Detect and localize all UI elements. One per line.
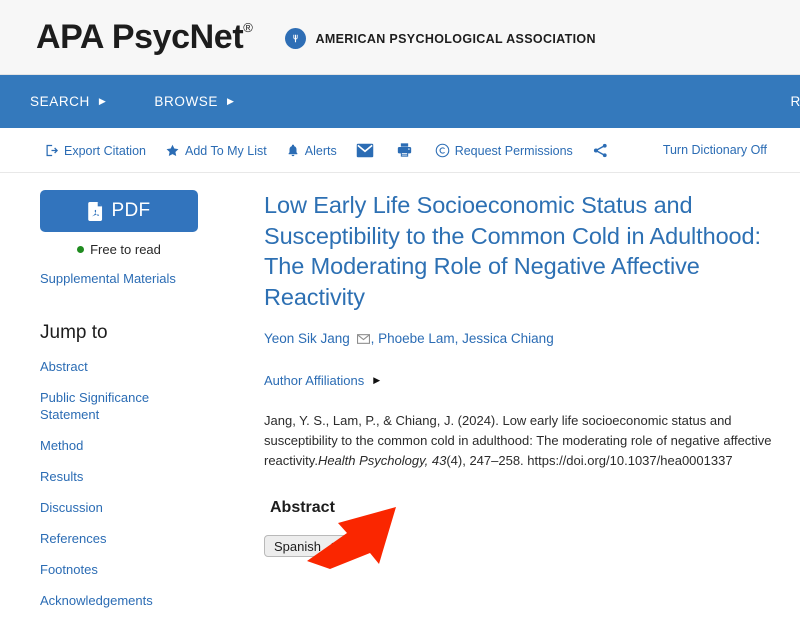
- citation-text-part2: (4), 247–258. https://doi.org/10.1037/he…: [446, 453, 733, 468]
- page-content: PDF Free to read Supplemental Materials …: [0, 173, 800, 623]
- share-button[interactable]: [592, 142, 614, 159]
- article-action-toolbar: Export Citation Add To My List Alerts Re…: [0, 128, 800, 173]
- chevron-down-icon: [331, 541, 340, 551]
- jump-link-references[interactable]: References: [40, 530, 190, 547]
- pdf-file-icon: [87, 201, 104, 221]
- abstract-language-select[interactable]: Spanish: [264, 535, 349, 557]
- star-icon: [165, 143, 180, 158]
- share-icon: [592, 142, 609, 159]
- jump-link-abstract[interactable]: Abstract: [40, 358, 190, 375]
- turn-dictionary-off-button[interactable]: Turn Dictionary Off: [663, 143, 767, 157]
- nav-item-search[interactable]: SEARCH ▶: [30, 94, 106, 109]
- export-citation-icon: [44, 143, 59, 158]
- logo-text: APA PsycNet: [36, 18, 244, 56]
- brand-header: APA PsycNet® AMERICAN PSYCHOLOGICAL ASSO…: [0, 0, 800, 75]
- status-dot-icon: [77, 246, 85, 253]
- export-citation-button[interactable]: Export Citation: [44, 143, 146, 158]
- nav-item-search-label: SEARCH: [30, 94, 90, 109]
- request-permissions-button[interactable]: Request Permissions: [435, 143, 573, 158]
- author-name-first[interactable]: Yeon Sik Jang: [264, 331, 350, 346]
- article-main-column: Low Early Life Socioeconomic Status and …: [220, 190, 800, 623]
- chevron-right-icon: ▶: [98, 96, 107, 106]
- jump-link-footnotes[interactable]: Footnotes: [40, 561, 190, 578]
- author-names-rest[interactable]: , Phoebe Lam, Jessica Chiang: [371, 331, 554, 346]
- add-to-my-list-button[interactable]: Add To My List: [165, 143, 267, 158]
- apa-psycnet-logo[interactable]: APA PsycNet®: [36, 18, 253, 57]
- jump-link-acknowledgements[interactable]: Acknowledgements: [40, 592, 190, 609]
- apa-psi-seal-icon: [285, 28, 307, 49]
- abstract-heading: Abstract: [270, 499, 335, 516]
- chevron-right-icon: ▶: [227, 96, 235, 106]
- article-citation: Jang, Y. S., Lam, P., & Chiang, J. (2024…: [264, 411, 780, 471]
- alerts-button[interactable]: Alerts: [286, 143, 337, 158]
- request-permissions-label: Request Permissions: [454, 143, 573, 158]
- primary-navigation-bar: SEARCH ▶ BROWSE ▶ Rece: [0, 75, 800, 128]
- chevron-right-icon: ▶: [373, 375, 381, 385]
- email-button[interactable]: [356, 143, 379, 158]
- free-to-read-status: Free to read: [40, 242, 198, 257]
- envelope-icon: [356, 143, 374, 158]
- author-email-icon[interactable]: [356, 331, 370, 349]
- nav-item-browse[interactable]: BROWSE ▶: [154, 94, 234, 109]
- supplemental-materials-link[interactable]: Supplemental Materials: [40, 271, 220, 286]
- print-button[interactable]: [396, 142, 418, 158]
- jump-link-method[interactable]: Method: [40, 437, 190, 454]
- export-citation-label: Export Citation: [64, 143, 146, 158]
- pdf-download-button[interactable]: PDF: [40, 190, 198, 232]
- author-affiliations-label: Author Affiliations: [264, 373, 365, 388]
- apa-organization-brand: AMERICAN PSYCHOLOGICAL ASSOCIATION: [285, 28, 596, 49]
- nav-item-recent[interactable]: Rece: [790, 94, 800, 109]
- bell-icon: [286, 143, 300, 158]
- abstract-language-value: Spanish: [274, 538, 321, 554]
- alerts-label: Alerts: [304, 143, 337, 158]
- jump-to-list: Abstract Public Significance Statement M…: [40, 358, 220, 609]
- article-sidebar: PDF Free to read Supplemental Materials …: [40, 190, 220, 623]
- author-affiliations-toggle[interactable]: Author Affiliations ▶: [264, 373, 780, 388]
- free-to-read-label: Free to read: [90, 242, 161, 257]
- jump-link-discussion[interactable]: Discussion: [40, 499, 190, 516]
- nav-item-browse-label: BROWSE: [154, 94, 219, 109]
- add-to-my-list-label: Add To My List: [184, 143, 267, 158]
- registered-mark: ®: [243, 19, 253, 35]
- copyright-icon: [435, 143, 450, 158]
- jump-to-heading: Jump to: [40, 322, 108, 343]
- article-title: Low Early Life Socioeconomic Status and …: [264, 192, 761, 310]
- article-authors: Yeon Sik Jang , Phoebe Lam, Jessica Chia…: [264, 330, 780, 349]
- jump-link-results[interactable]: Results: [40, 468, 190, 485]
- jump-link-public-significance-statement[interactable]: Public Significance Statement: [40, 389, 190, 423]
- pdf-button-label: PDF: [111, 200, 151, 221]
- apa-organization-name: AMERICAN PSYCHOLOGICAL ASSOCIATION: [315, 31, 596, 46]
- printer-icon: [396, 142, 413, 158]
- citation-journal-name: Health Psychology, 43: [317, 453, 447, 468]
